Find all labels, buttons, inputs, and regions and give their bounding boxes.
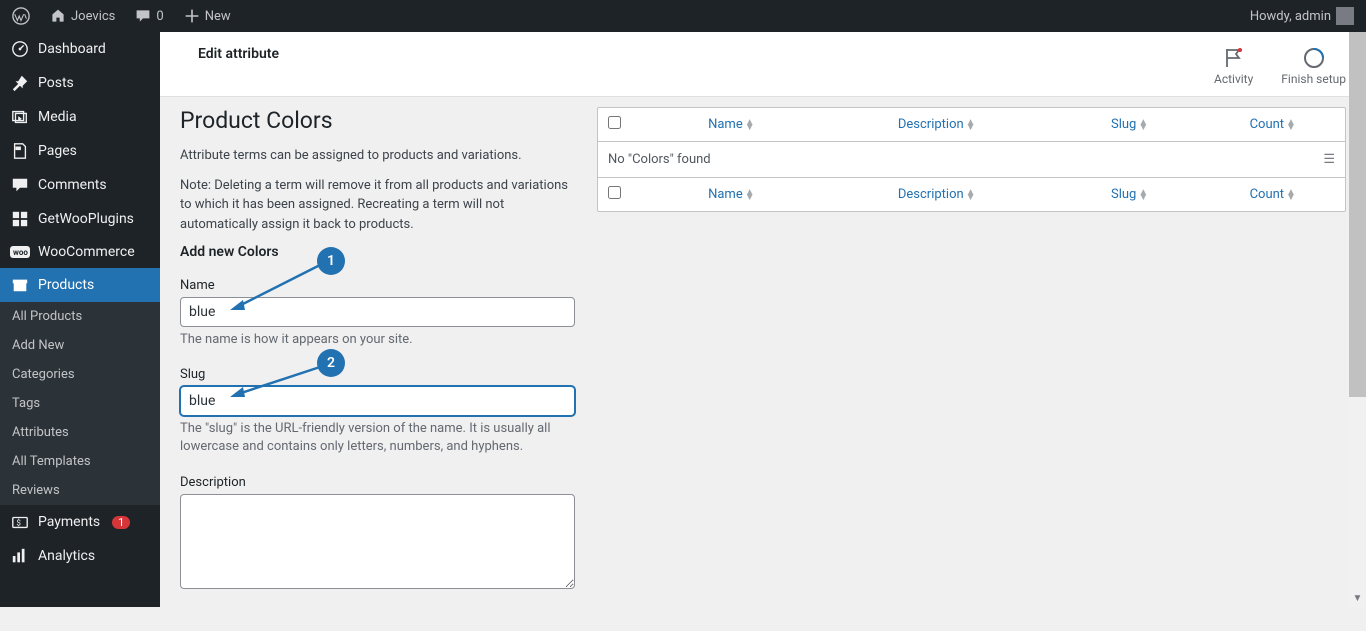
finish-setup-button[interactable]: Finish setup [1281, 46, 1346, 86]
col-count[interactable]: Count▲▼ [1250, 117, 1296, 132]
sidebar-analytics[interactable]: Analytics [0, 539, 160, 573]
annotation-badge-1: 1 [317, 247, 345, 275]
col-description-footer[interactable]: Description▲▼ [898, 187, 976, 202]
sort-icon: ▲▼ [966, 190, 976, 200]
sort-icon: ▲▼ [745, 120, 755, 130]
sidebar-products[interactable]: Products [0, 268, 160, 302]
sidebar-media[interactable]: Media [0, 100, 160, 134]
activity-button[interactable]: Activity [1214, 46, 1253, 86]
slug-helper: The "slug" is the URL-friendly version o… [180, 420, 575, 456]
dashboard-icon [10, 40, 30, 58]
submenu-all-products[interactable]: All Products [0, 302, 160, 331]
admin-toolbar: Joevics 0 New Howdy, admin [0, 0, 1366, 32]
col-count-footer[interactable]: Count▲▼ [1250, 187, 1296, 202]
svg-text:$: $ [16, 518, 21, 528]
scroll-down-arrow[interactable]: ▼ [1349, 590, 1366, 607]
col-slug-footer[interactable]: Slug▲▼ [1111, 187, 1148, 202]
annotation-arrow-1 [225, 260, 325, 315]
sidebar-woocommerce[interactable]: woo WooCommerce [0, 236, 160, 268]
site-link[interactable]: Joevics [46, 8, 119, 24]
scrollbar-thumb[interactable] [1349, 17, 1366, 397]
sidebar-getwooplugins[interactable]: GetWooPlugins [0, 202, 160, 236]
site-name: Joevics [71, 9, 115, 24]
wp-logo[interactable] [8, 7, 34, 25]
description-textarea[interactable] [180, 494, 575, 589]
pin-icon [10, 74, 30, 92]
comment-count: 0 [156, 9, 163, 24]
submenu-tags[interactable]: Tags [0, 389, 160, 418]
sidebar-comments[interactable]: Comments [0, 168, 160, 202]
currency-icon: $ [10, 513, 30, 531]
submenu-all-templates[interactable]: All Templates [0, 447, 160, 476]
sidebar-dashboard[interactable]: Dashboard [0, 32, 160, 66]
media-icon [10, 108, 30, 126]
submenu-attributes[interactable]: Attributes [0, 418, 160, 447]
submenu-reviews[interactable]: Reviews [0, 476, 160, 505]
menu-icon[interactable]: ☰ [1323, 152, 1335, 167]
sidebar-payments[interactable]: $ Payments 1 [0, 505, 160, 539]
add-new-title: Add new Colors [180, 244, 575, 260]
page-title-header: Edit attribute [180, 46, 279, 62]
page-title: Product Colors [180, 107, 575, 134]
archive-icon [10, 276, 30, 294]
submenu-categories[interactable]: Categories [0, 360, 160, 389]
new-label: New [205, 9, 231, 24]
empty-message: No "Colors" found [608, 152, 711, 167]
annotation-badge-2: 2 [317, 349, 345, 377]
sort-icon: ▲▼ [1286, 120, 1296, 130]
annotation-arrow-2 [225, 362, 325, 402]
select-all-checkbox[interactable] [608, 116, 621, 129]
howdy-link[interactable]: Howdy, admin [1246, 7, 1358, 25]
avatar [1336, 7, 1354, 25]
description-label: Description [180, 475, 575, 490]
svg-text:woo: woo [13, 248, 28, 257]
intro-text: Attribute terms can be assigned to produ… [180, 146, 575, 166]
note-text: Note: Deleting a term will remove it fro… [180, 176, 575, 235]
progress-icon [1302, 46, 1326, 70]
comment-icon [10, 176, 30, 194]
admin-sidebar: Dashboard Posts Media Pages Comments Get… [0, 32, 160, 607]
name-helper: The name is how it appears on your site. [180, 331, 575, 349]
flag-icon [1222, 46, 1246, 70]
sort-icon: ▲▼ [1138, 120, 1148, 130]
content-header: Edit attribute Activity Finish setup [160, 32, 1366, 97]
sort-icon: ▲▼ [745, 190, 755, 200]
main-content: Edit attribute Activity Finish setup Pro… [160, 32, 1366, 631]
col-name[interactable]: Name▲▼ [708, 117, 755, 132]
terms-table: Name▲▼ Description▲▼ Slug▲▼ Count▲▼ No "… [597, 107, 1346, 212]
woo-icon: woo [10, 245, 30, 259]
comments-link[interactable]: 0 [131, 8, 167, 24]
scrollbar[interactable]: ▲ ▼ [1349, 0, 1366, 607]
select-all-checkbox-footer[interactable] [608, 186, 621, 199]
sidebar-pages[interactable]: Pages [0, 134, 160, 168]
sort-icon: ▲▼ [966, 120, 976, 130]
col-description[interactable]: Description▲▼ [898, 117, 976, 132]
sort-icon: ▲▼ [1138, 190, 1148, 200]
howdy-text: Howdy, admin [1250, 9, 1331, 24]
new-link[interactable]: New [180, 8, 235, 24]
sidebar-posts[interactable]: Posts [0, 66, 160, 100]
submenu-add-new[interactable]: Add New [0, 331, 160, 360]
payments-badge: 1 [112, 516, 130, 529]
block-icon [10, 210, 30, 228]
sort-icon: ▲▼ [1286, 190, 1296, 200]
stats-icon [10, 547, 30, 565]
sidebar-products-submenu: All Products Add New Categories Tags Att… [0, 302, 160, 505]
col-name-footer[interactable]: Name▲▼ [708, 187, 755, 202]
col-slug[interactable]: Slug▲▼ [1111, 117, 1148, 132]
page-icon [10, 142, 30, 160]
